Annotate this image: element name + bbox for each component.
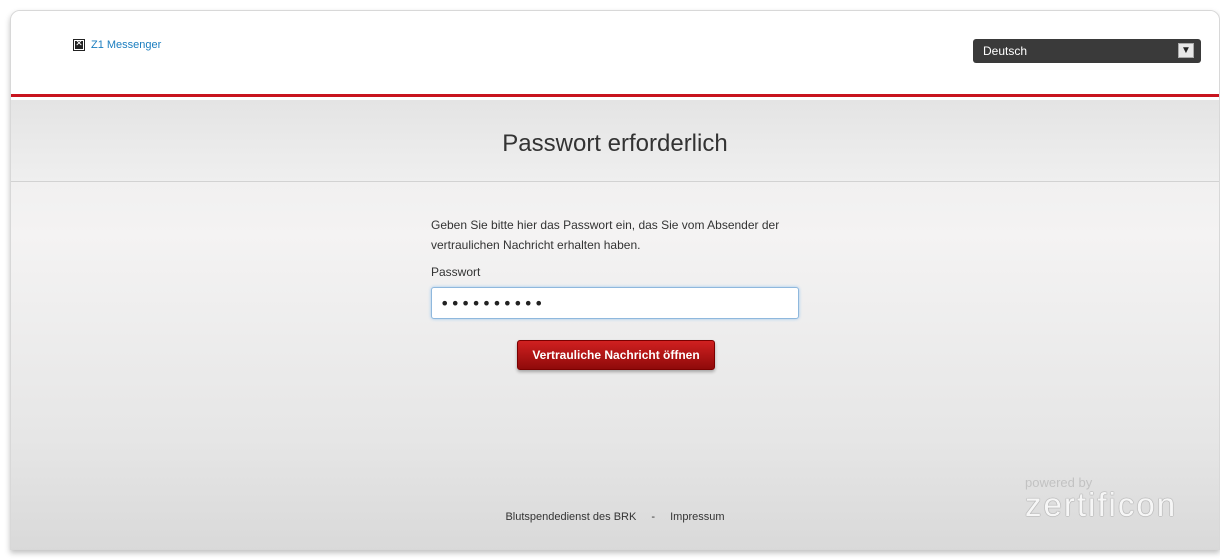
browser-frame: Z1 Messenger Deutsch ▼ Passwort erforder… xyxy=(10,10,1220,550)
title-band: Passwort erforderlich xyxy=(11,100,1219,182)
open-message-button[interactable]: Vertrauliche Nachricht öffnen xyxy=(517,340,715,370)
password-field[interactable] xyxy=(431,287,799,319)
page-title: Passwort erforderlich xyxy=(502,130,728,157)
password-label: Passwort xyxy=(431,265,481,279)
main-content: Passwort erforderlich Geben Sie bitte hi… xyxy=(11,100,1219,549)
brand[interactable]: Z1 Messenger xyxy=(73,38,161,51)
language-selected-value: Deutsch xyxy=(983,44,1028,58)
broken-image-icon xyxy=(73,38,85,51)
footer: Blutspendedienst des BRK - Impressum xyxy=(11,511,1219,523)
instructions-text: Geben Sie bitte hier das Passwort ein, d… xyxy=(431,218,780,252)
footer-link-impressum[interactable]: Impressum xyxy=(670,511,724,523)
chevron-down-icon[interactable]: ▼ xyxy=(1178,43,1194,58)
footer-link-brk[interactable]: Blutspendedienst des BRK xyxy=(505,511,636,523)
password-form: Geben Sie bitte hier das Passwort ein, d… xyxy=(431,215,801,370)
footer-separator: - xyxy=(651,511,656,523)
language-select[interactable]: Deutsch ▼ xyxy=(973,39,1201,63)
header: Z1 Messenger Deutsch ▼ xyxy=(11,11,1219,97)
brand-link[interactable]: Z1 Messenger xyxy=(91,39,161,51)
